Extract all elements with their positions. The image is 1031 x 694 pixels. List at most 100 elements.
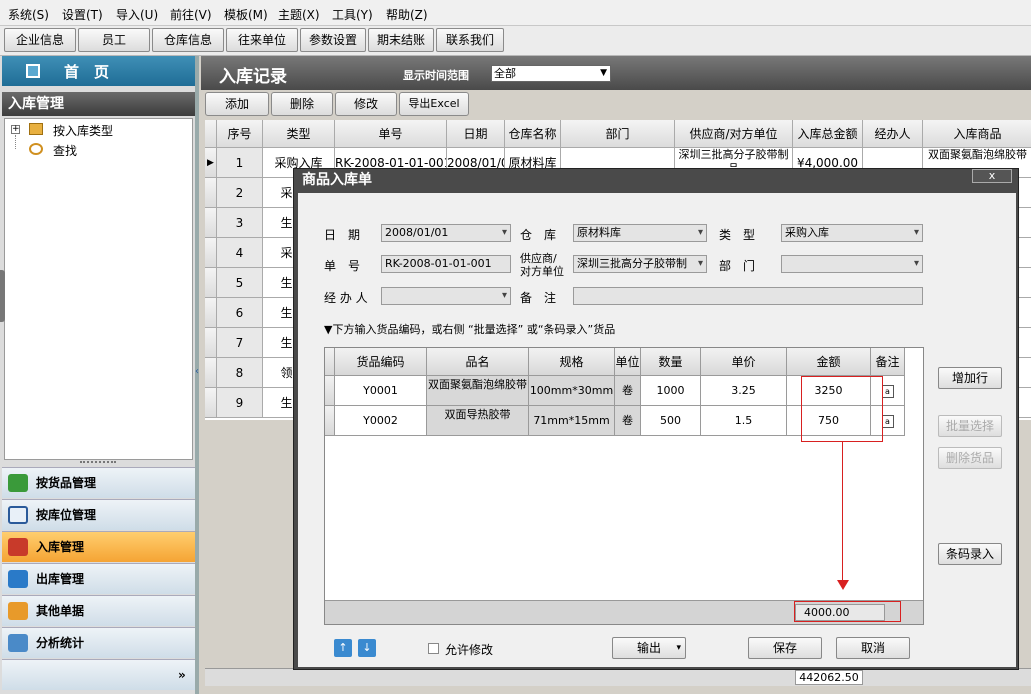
grid-cell-col-no: 8 — [217, 358, 263, 388]
menu-system[interactable]: 系统(S) — [8, 6, 49, 23]
menu-theme[interactable]: 主题(X) — [278, 6, 320, 23]
close-icon[interactable]: x — [972, 169, 1012, 183]
grid-row-indicator[interactable] — [205, 178, 217, 208]
splitter-grip[interactable] — [80, 461, 116, 464]
truck-out-icon — [8, 570, 28, 588]
expand-icon[interactable]: + — [11, 125, 20, 134]
section-title: 入库管理 — [2, 92, 195, 116]
edit-button[interactable]: 修改 — [335, 92, 397, 116]
nav-goods[interactable]: 按货品管理 — [2, 467, 195, 498]
grid-header-col-dept[interactable]: 部门 — [561, 120, 675, 148]
arrow-down-icon[interactable]: ↓ — [358, 639, 376, 657]
nav-location[interactable]: 按库位管理 — [2, 499, 195, 530]
grid-row-indicator[interactable] — [205, 298, 217, 328]
tree-item-by-type[interactable]: 按入库类型 — [53, 122, 113, 139]
toolbar-closing-button[interactable]: 期末结账 — [368, 28, 434, 52]
code-field[interactable]: RK-2008-01-01-001 — [381, 255, 511, 273]
menu-settings[interactable]: 设置(T) — [62, 6, 103, 23]
delete-button[interactable]: 删除 — [271, 92, 333, 116]
nav-outbound-label: 出库管理 — [36, 572, 85, 586]
tree-item-search[interactable]: 查找 — [53, 142, 77, 159]
cancel-button[interactable]: 取消 — [836, 637, 910, 659]
items-cell-col-spec[interactable]: 100mm*30mm — [529, 376, 615, 406]
toolbar-partners-button[interactable]: 往来单位 — [226, 28, 298, 52]
items-cell-col-qty[interactable]: 500 — [641, 406, 701, 436]
menu-help[interactable]: 帮助(Z) — [386, 6, 428, 23]
add-button[interactable]: 添加 — [205, 92, 269, 116]
date-field[interactable]: 2008/01/01 — [381, 224, 511, 242]
menu-tools[interactable]: 工具(Y) — [332, 6, 373, 23]
nav-other[interactable]: 其他单据 — [2, 595, 195, 626]
items-cell-col-goods-code[interactable]: Y0001 — [335, 376, 427, 406]
items-cell-col-price[interactable]: 1.5 — [701, 406, 787, 436]
save-button[interactable]: 保存 — [748, 637, 822, 659]
nav-outbound[interactable]: 出库管理 — [2, 563, 195, 594]
items-row-indicator[interactable] — [325, 376, 335, 406]
supplier-field[interactable]: 深圳三批高分子胶带制 — [573, 255, 707, 273]
nav-inbound[interactable]: 入库管理 — [2, 531, 195, 562]
menu-import[interactable]: 导入(U) — [116, 6, 158, 23]
more-chevron-icon[interactable]: » — [178, 660, 186, 690]
collapse-handle[interactable] — [0, 270, 5, 322]
note-icon[interactable]: a — [881, 384, 894, 398]
items-cell-col-unit[interactable]: 卷 — [615, 406, 641, 436]
toolbar-params-button[interactable]: 参数设置 — [300, 28, 366, 52]
warehouse-field[interactable]: 原材料库 — [573, 224, 707, 242]
grid-header-col-handler[interactable]: 经办人 — [863, 120, 923, 148]
items-row-indicator[interactable] — [325, 406, 335, 436]
code-label: 单 号 — [324, 259, 361, 273]
toolbar-staff-button[interactable]: 员工 — [78, 28, 150, 52]
items-cell-col-goods-name[interactable]: 双面聚氨酯泡绵胶带 — [427, 376, 529, 406]
arrow-up-icon[interactable]: ↑ — [334, 639, 352, 657]
batch-select-button[interactable]: 批量选择 — [938, 415, 1002, 437]
menu-template[interactable]: 模板(M) — [224, 6, 268, 23]
grid-header-col-no[interactable]: 序号 — [217, 120, 263, 148]
note-icon[interactable]: a — [881, 414, 894, 428]
items-cell-col-unit[interactable]: 卷 — [615, 376, 641, 406]
export-excel-button[interactable]: 导出Excel — [399, 92, 469, 116]
expand-left-icon[interactable]: ‹ — [195, 366, 203, 382]
grid-row-indicator-header — [205, 120, 217, 148]
items-header-col-price: 单价 — [701, 348, 787, 376]
range-select[interactable]: 全部 ▼ — [491, 65, 611, 82]
toolbar-contact-button[interactable]: 联系我们 — [436, 28, 504, 52]
grid-row-indicator[interactable] — [205, 238, 217, 268]
grid-cell-col-no: 7 — [217, 328, 263, 358]
remark-field[interactable] — [573, 287, 923, 305]
grid-row-indicator[interactable] — [205, 388, 217, 418]
toolbar-warehouse-button[interactable]: 仓库信息 — [152, 28, 224, 52]
home-button[interactable]: 首 页 — [2, 56, 195, 86]
grid-row-indicator[interactable] — [205, 358, 217, 388]
add-row-button[interactable]: 增加行 — [938, 367, 1002, 389]
nav-location-label: 按库位管理 — [36, 508, 97, 522]
items-header-col-goods-name: 品名 — [427, 348, 529, 376]
dept-field[interactable] — [781, 255, 923, 273]
barcode-entry-button[interactable]: 条码录入 — [938, 543, 1002, 565]
handler-field[interactable] — [381, 287, 511, 305]
output-button[interactable]: 输出 ▾ — [612, 637, 686, 659]
items-cell-col-spec[interactable]: 71mm*15mm — [529, 406, 615, 436]
items-cell-col-goods-code[interactable]: Y0002 — [335, 406, 427, 436]
toolbar-company-button[interactable]: 企业信息 — [4, 28, 76, 52]
items-cell-col-goods-name[interactable]: 双面导热胶带 — [427, 406, 529, 436]
delete-goods-button[interactable]: 删除货品 — [938, 447, 1002, 469]
grid-header-col-warehouse[interactable]: 仓库名称 — [505, 120, 561, 148]
nav-stats[interactable]: 分析统计 — [2, 627, 195, 658]
grid-row-indicator[interactable] — [205, 268, 217, 298]
menu-goto[interactable]: 前往(V) — [170, 6, 212, 23]
grid-header-col-amount[interactable]: 入库总金额 — [793, 120, 863, 148]
allow-edit-checkbox[interactable] — [428, 643, 439, 654]
grid-header-col-type[interactable]: 类型 — [263, 120, 335, 148]
grid-header-col-goods[interactable]: 入库商品 — [923, 120, 1031, 148]
items-cell-col-price[interactable]: 3.25 — [701, 376, 787, 406]
grid-header-col-code[interactable]: 单号 — [335, 120, 447, 148]
grid-row-indicator[interactable] — [205, 328, 217, 358]
current-row-arrow-icon[interactable]: ▶ — [205, 148, 217, 178]
amount-highlight-box — [801, 376, 883, 442]
items-cell-col-qty[interactable]: 1000 — [641, 376, 701, 406]
inbound-dialog: 商品入库单 x 日 期 2008/01/01 仓 库 原材料库 类 型 采购入库… — [293, 168, 1019, 670]
grid-header-col-date[interactable]: 日期 — [447, 120, 505, 148]
grid-row-indicator[interactable] — [205, 208, 217, 238]
type-field[interactable]: 采购入库 — [781, 224, 923, 242]
grid-header-col-supplier[interactable]: 供应商/对方单位 — [675, 120, 793, 148]
